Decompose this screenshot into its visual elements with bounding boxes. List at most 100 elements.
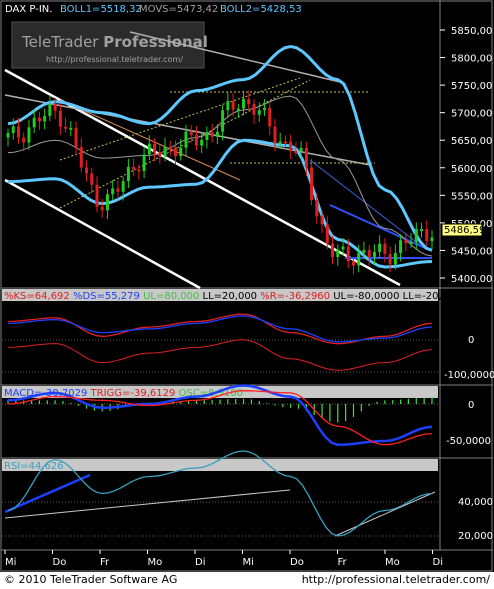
x-tick-label: Fr — [100, 557, 110, 568]
candle-body — [273, 126, 277, 144]
candle-body — [320, 216, 324, 225]
x-tick-label: Mi — [5, 557, 16, 568]
candle-body — [393, 253, 397, 265]
symbol-label: DAX P-IN. — [5, 4, 52, 15]
candle-body — [189, 131, 193, 135]
footer-url[interactable]: http://professional.teletrader.com/ — [302, 573, 490, 586]
footer: © 2010 TeleTrader Software AG http://pro… — [0, 572, 494, 589]
candle-body — [430, 237, 434, 242]
candle-body — [126, 166, 130, 182]
candle-body — [85, 167, 89, 174]
rsi-label: RSI=44,626 — [4, 461, 64, 472]
candle-body — [351, 261, 355, 266]
boll1-label: BOLL1=5518,32 — [60, 4, 142, 15]
price-tick-label: 5750,00 — [451, 81, 492, 92]
x-tick-label: Mo — [148, 557, 163, 568]
candle-body — [362, 250, 366, 253]
candle-body — [79, 147, 83, 168]
candle-body — [200, 139, 204, 146]
candle-body — [69, 127, 73, 130]
candle-body — [257, 110, 261, 115]
candle-body — [210, 132, 214, 137]
svg-text:TeleTrader Professional: TeleTrader Professional — [21, 33, 208, 51]
candle-body — [409, 241, 413, 244]
candle-body — [221, 110, 225, 132]
candle-body — [420, 229, 424, 232]
candle-body — [90, 173, 94, 185]
candle-body — [215, 131, 219, 137]
candle-body — [121, 181, 125, 192]
candle-body — [184, 131, 188, 148]
price-header: DAX P-IN. BOLL1=5518,32 MOVS=5473,42 BOL… — [2, 2, 302, 15]
candle-body — [105, 194, 109, 211]
candle-body — [116, 188, 120, 192]
candle-body — [64, 126, 68, 129]
watermark-logo: TeleTrader Professional http://professio… — [11, 21, 208, 69]
chart-canvas: 5850,00 5800,00 5750,00 5700,00 5650,00 5600,… — [0, 0, 494, 572]
candle-body — [289, 141, 293, 152]
candle-body — [58, 110, 62, 127]
candle-body — [383, 243, 387, 254]
candle-body — [336, 249, 340, 258]
candle-body — [247, 98, 251, 105]
boll2-label: BOLL2=5428,53 — [220, 4, 302, 15]
candle-body — [147, 143, 151, 155]
candle-body — [404, 240, 408, 244]
candle-body — [341, 246, 345, 250]
price-tick-label: 5700,00 — [451, 109, 492, 120]
rsi-tick-0: 40,000 — [458, 497, 493, 508]
candle-body — [22, 137, 26, 143]
copyright-text: © 2010 TeleTrader Software AG — [4, 573, 178, 586]
chart-background — [0, 0, 494, 572]
x-tick-label: Mi — [243, 557, 254, 568]
svg-text:5486,59: 5486,59 — [444, 225, 485, 236]
candle-body — [226, 101, 230, 111]
last-price-marker: 5486,59 — [441, 223, 485, 237]
candle-body — [194, 134, 198, 146]
candle-body — [399, 240, 403, 254]
candle-body — [100, 206, 104, 211]
candle-body — [53, 104, 57, 111]
candle-body — [331, 243, 335, 258]
candle-body — [16, 126, 20, 138]
candle-body — [163, 146, 167, 157]
x-tick-label: Fr — [338, 557, 348, 568]
candle-body — [378, 243, 382, 253]
price-tick-label: 5450,00 — [451, 246, 492, 257]
macd-tick-1: -50,0000 — [446, 436, 491, 447]
candle-body — [32, 117, 36, 128]
candle-body — [174, 147, 178, 157]
candle-body — [268, 107, 272, 127]
candle-body — [283, 141, 287, 144]
candle-body — [158, 152, 162, 157]
candle-body — [95, 184, 99, 207]
candle-body — [252, 104, 256, 115]
candle-body — [310, 167, 314, 201]
candle-body — [425, 229, 429, 242]
candle-body — [6, 133, 10, 138]
x-tick-label: Do — [290, 557, 304, 568]
candle-body — [142, 154, 146, 172]
price-tick-label: 5800,00 — [451, 54, 492, 65]
candle-body — [168, 146, 172, 149]
x-tick-label: Di — [195, 557, 205, 568]
stoch-tick-1: -100,0000 — [444, 370, 494, 381]
svg-text:http://professional.teletrader: http://professional.teletrader.com/ — [46, 55, 183, 64]
candle-body — [278, 141, 282, 144]
price-tick-label: 5850,00 — [451, 26, 492, 37]
price-tick-label: 5400,00 — [451, 274, 492, 285]
candle-body — [262, 107, 266, 111]
candle-body — [43, 115, 47, 122]
x-tick-label: Di — [433, 557, 443, 568]
stoch-tick-0: 0 — [468, 335, 474, 346]
candle-body — [37, 117, 41, 122]
rsi-tick-1: 20,000 — [458, 531, 493, 542]
candle-body — [231, 101, 235, 110]
candle-body — [179, 147, 183, 157]
candle-body — [294, 151, 298, 154]
stoch-labels: %KS=64,692 %DS=55,279 UL=80,000 LL=20,00… — [4, 291, 467, 302]
candle-body — [357, 252, 361, 266]
candle-body — [236, 108, 240, 111]
candle-body — [132, 166, 136, 170]
candle-body — [27, 127, 31, 143]
